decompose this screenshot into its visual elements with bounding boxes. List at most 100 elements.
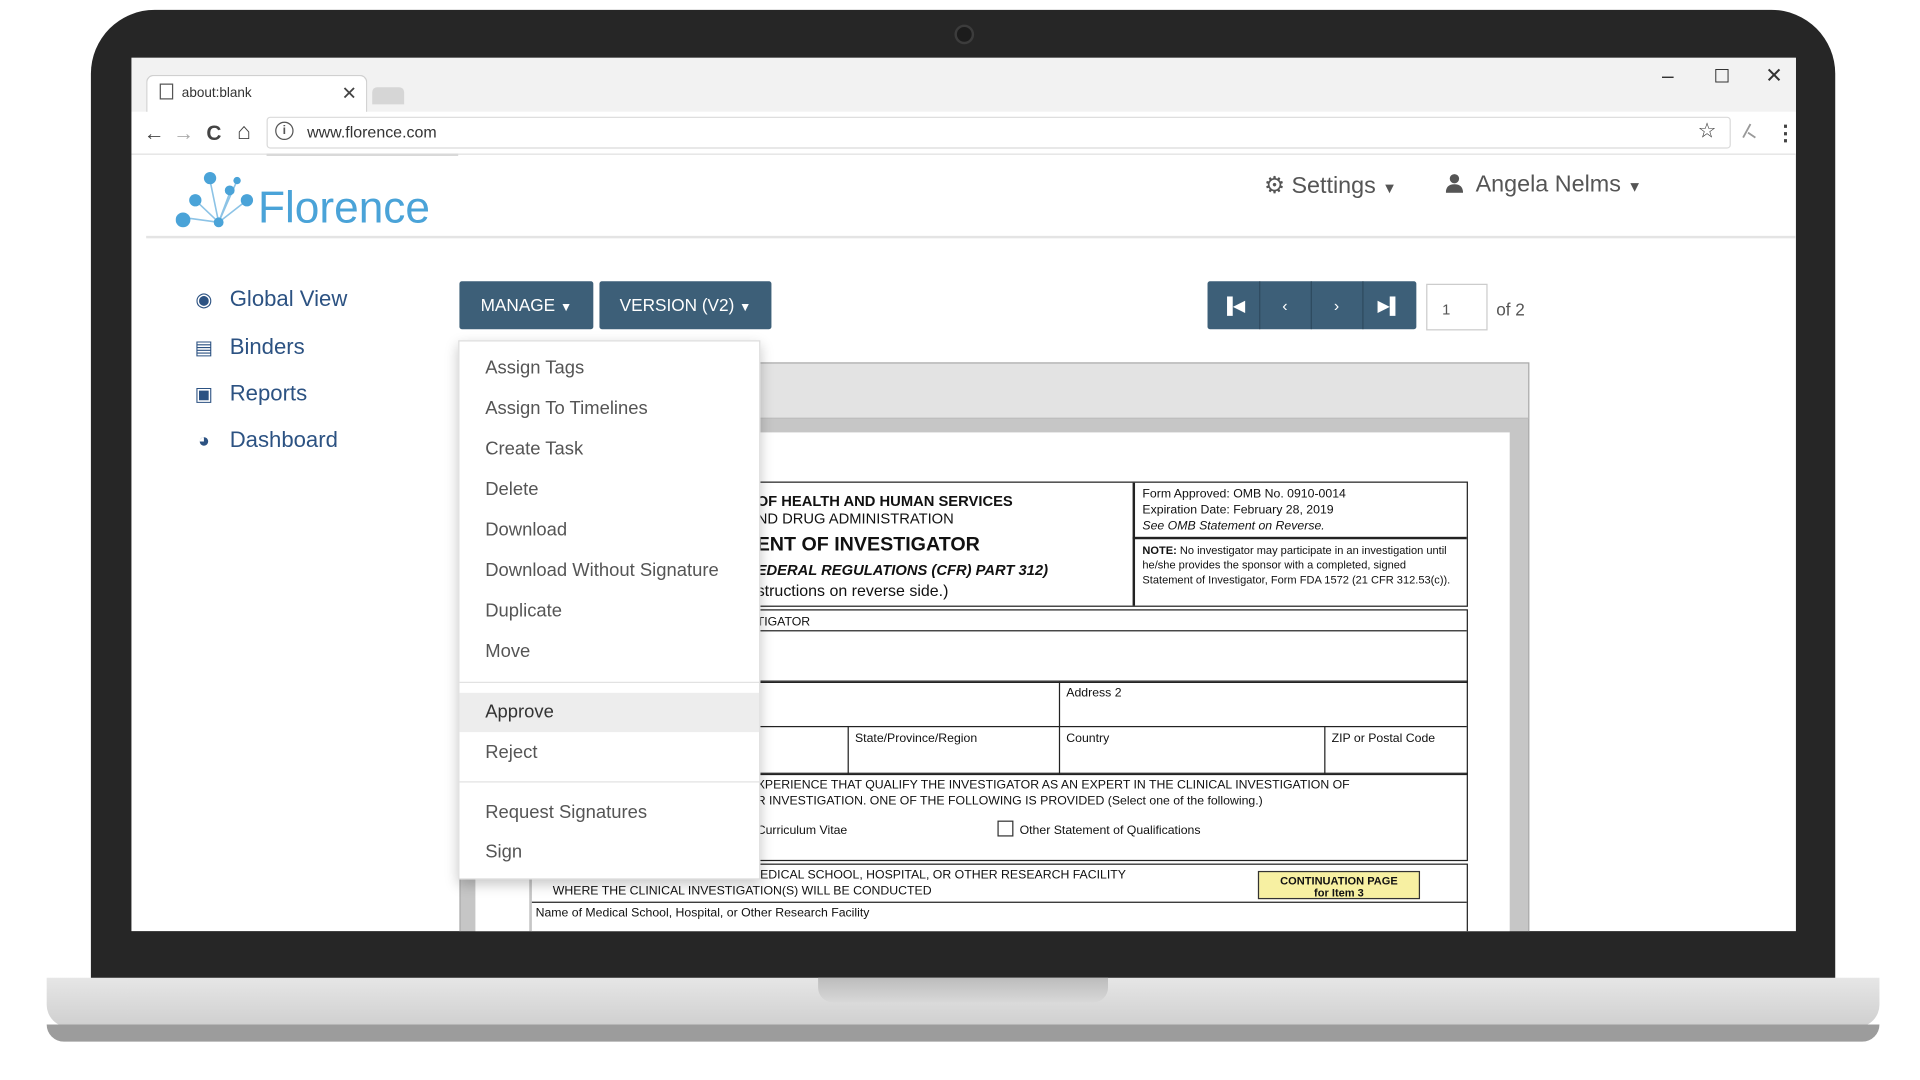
experience-line-2: R INVESTIGATION. ONE OF THE FOLLOWING IS… bbox=[756, 794, 1263, 809]
manage-button[interactable]: MANAGE ▼ bbox=[459, 281, 594, 330]
user-name: Angela Nelms bbox=[1475, 171, 1621, 198]
facility-name-label: Name of Medical School, Hospital, or Oth… bbox=[535, 906, 870, 921]
form-instructions: structions on reverse side.) bbox=[756, 581, 949, 600]
laptop-base-edge bbox=[46, 1024, 1880, 1042]
experience-line-1: XPERIENCE THAT QUALIFY THE INVESTIGATOR … bbox=[756, 778, 1350, 793]
menu-divider bbox=[459, 681, 760, 683]
florence-logo-icon[interactable] bbox=[175, 168, 257, 232]
menu-item-delete[interactable]: Delete bbox=[459, 470, 759, 509]
menu-item-create-task[interactable]: Create Task bbox=[459, 430, 759, 469]
menu-divider bbox=[459, 781, 760, 783]
menu-item-download[interactable]: Download bbox=[459, 511, 759, 550]
user-menu[interactable]: Angela Nelms ▼ bbox=[1445, 171, 1642, 199]
laptop-mockup: about:blank ✕ – ☐ ✕ ← → C ⌂ i www.floren… bbox=[0, 0, 1920, 1074]
url-field[interactable]: i www.florence.com ☆ bbox=[266, 116, 1731, 149]
menu-item-assign-tags[interactable]: Assign Tags bbox=[459, 349, 759, 388]
minimize-icon[interactable]: – bbox=[1662, 64, 1674, 89]
version-button[interactable]: VERSION (V2) ▼ bbox=[599, 281, 772, 330]
facility-line-2: WHERE THE CLINICAL INVESTIGATION(S) WILL… bbox=[552, 884, 932, 898]
country-label: Country bbox=[1066, 732, 1110, 746]
page-icon bbox=[159, 83, 174, 100]
divider bbox=[1132, 482, 1135, 606]
caret-down-icon: ▼ bbox=[1627, 178, 1642, 196]
last-page-icon[interactable]: ▶▌ bbox=[1362, 281, 1416, 329]
url-text: www.florence.com bbox=[307, 122, 437, 142]
close-window-icon[interactable]: ✕ bbox=[1765, 64, 1783, 89]
menu-item-reject[interactable]: Reject bbox=[459, 733, 759, 772]
next-page-icon[interactable]: › bbox=[1311, 281, 1364, 330]
binder-icon: ▤ bbox=[194, 337, 214, 359]
reload-icon[interactable]: C bbox=[206, 122, 221, 147]
forward-icon[interactable]: → bbox=[173, 122, 194, 147]
menu-item-download-without-signature[interactable]: Download Without Signature bbox=[459, 552, 759, 591]
screen: about:blank ✕ – ☐ ✕ ← → C ⌂ i www.floren… bbox=[131, 57, 1796, 932]
loading-bar bbox=[266, 153, 459, 157]
dashboard-icon: ◕ bbox=[197, 431, 210, 453]
divider bbox=[1132, 536, 1467, 539]
divider bbox=[1058, 681, 1061, 774]
note-text: No investigator may participate in an in… bbox=[1142, 544, 1451, 586]
settings-menu[interactable]: ⚙ Settings ▼ bbox=[1264, 172, 1397, 200]
sidebar-item-reports[interactable]: ▣ Reports bbox=[193, 380, 308, 407]
page-navigator: ▐◀ ‹ › ▶▌ bbox=[1207, 281, 1417, 330]
cv-option: Curriculum Vitae bbox=[756, 824, 848, 838]
caret-down-icon: ▼ bbox=[559, 300, 573, 315]
home-icon[interactable]: ⌂ bbox=[237, 119, 251, 146]
note-label: NOTE: bbox=[1142, 544, 1177, 557]
divider bbox=[847, 725, 849, 774]
sidebar-item-label: Dashboard bbox=[229, 427, 338, 453]
caret-down-icon: ▼ bbox=[1382, 179, 1397, 197]
divider bbox=[530, 901, 1467, 903]
tab-title: about:blank bbox=[181, 85, 252, 101]
webcam bbox=[954, 24, 975, 45]
laptop-notch bbox=[818, 977, 1109, 1003]
sidebar-item-dashboard[interactable]: ◕ Dashboard bbox=[193, 427, 338, 453]
divider bbox=[1324, 725, 1326, 774]
form-agency: ND DRUG ADMINISTRATION bbox=[756, 509, 954, 527]
header-divider bbox=[146, 235, 1796, 239]
florence-logo-text[interactable]: Florence bbox=[258, 182, 430, 234]
menu-item-duplicate[interactable]: Duplicate bbox=[459, 592, 759, 631]
state-label: State/Province/Region bbox=[854, 732, 978, 746]
browser-menu-icon[interactable]: ⋮ bbox=[1775, 122, 1796, 147]
menu-item-sign[interactable]: Sign bbox=[459, 833, 759, 872]
menu-item-assign-to-timelines[interactable]: Assign To Timelines bbox=[459, 389, 759, 428]
continuation-page-badge[interactable]: CONTINUATION PAGE for Item 3 bbox=[1257, 870, 1421, 900]
form-omb-statement: See OMB Statement on Reverse. bbox=[1142, 519, 1325, 534]
new-tab-button[interactable] bbox=[372, 87, 405, 105]
close-tab-icon[interactable]: ✕ bbox=[341, 82, 356, 105]
page-number-input[interactable]: 1 bbox=[1426, 283, 1488, 331]
facility-line-1: IEDICAL SCHOOL, HOSPITAL, OR OTHER RESEA… bbox=[756, 868, 1126, 882]
menu-item-move[interactable]: Move bbox=[459, 633, 759, 672]
back-icon[interactable]: ← bbox=[144, 122, 165, 147]
version-label: VERSION (V2) bbox=[619, 294, 735, 315]
report-icon: ▣ bbox=[194, 384, 214, 406]
other-statement-checkbox[interactable] bbox=[997, 820, 1014, 837]
bookmark-star-icon[interactable]: ☆ bbox=[1698, 119, 1717, 144]
manage-dropdown-menu: Assign Tags Assign To Timelines Create T… bbox=[458, 340, 761, 880]
previous-page-icon[interactable]: ‹ bbox=[1259, 281, 1312, 330]
continuation-item: for Item 3 bbox=[1314, 886, 1364, 900]
browser-tab-bar: about:blank ✕ – ☐ ✕ bbox=[131, 57, 1796, 114]
caret-down-icon: ▼ bbox=[739, 300, 752, 315]
other-statement-option: Other Statement of Qualifications bbox=[1019, 824, 1201, 838]
first-page-icon[interactable]: ▐◀ bbox=[1208, 281, 1261, 330]
maximize-icon[interactable]: ☐ bbox=[1714, 65, 1731, 87]
sidebar-item-label: Binders bbox=[229, 334, 305, 359]
menu-item-approve[interactable]: Approve bbox=[459, 692, 760, 733]
globe-icon: ◉ bbox=[195, 289, 213, 311]
sidebar-item-label: Reports bbox=[229, 380, 308, 406]
menu-item-request-signatures[interactable]: Request Signatures bbox=[459, 794, 759, 833]
browser-tab[interactable]: about:blank ✕ bbox=[146, 74, 368, 114]
page-count: of 2 bbox=[1496, 299, 1525, 320]
sidebar-item-global-view[interactable]: ◉ Global View bbox=[193, 286, 347, 312]
extension-icon[interactable] bbox=[1741, 122, 1758, 139]
form-note: NOTE: No investigator may participate in… bbox=[1142, 543, 1456, 587]
form-title: ENT OF INVESTIGATOR bbox=[756, 534, 980, 556]
sidebar-item-binders[interactable]: ▤ Binders bbox=[193, 334, 305, 360]
form-omb-number: Form Approved: OMB No. 0910-0014 bbox=[1142, 487, 1346, 502]
info-icon[interactable]: i bbox=[275, 121, 294, 141]
sidebar-item-label: Global View bbox=[229, 286, 348, 311]
manage-label: MANAGE bbox=[480, 294, 556, 315]
settings-label: Settings bbox=[1291, 173, 1376, 200]
